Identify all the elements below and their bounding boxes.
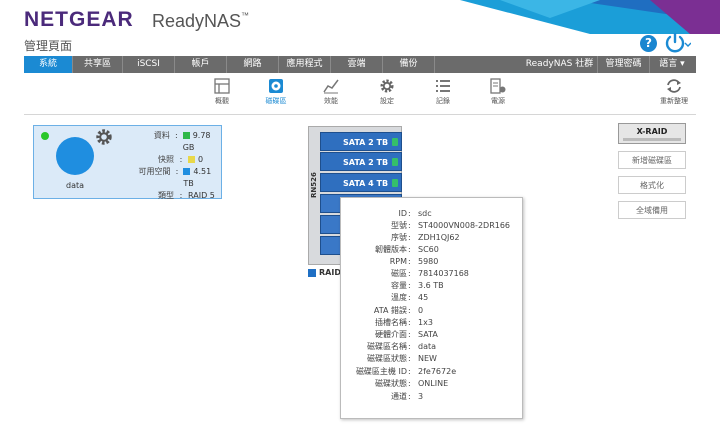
tooltip-row: 磁區:7814037168: [391, 269, 469, 278]
volume-card[interactable]: data 資料:9.78 GB 快照:0 可用空間:4.51 TB 類型: RAI…: [33, 125, 222, 202]
menu-language[interactable]: 語言 ▾: [650, 56, 694, 73]
tool-settings[interactable]: 設定: [367, 78, 407, 106]
drive-led: [392, 138, 398, 146]
stat-snapshot: 快照:0: [158, 155, 204, 164]
power-icon[interactable]: [665, 33, 691, 53]
tooltip-row: 通道:3: [391, 392, 424, 401]
tooltip-row: 型號: ST4000VN008-2DR166: [391, 221, 511, 230]
menu-cloud[interactable]: 雲端: [331, 56, 383, 73]
xraid-bar: [623, 138, 681, 141]
overview-icon: [214, 78, 230, 94]
tooltip-row: 插槽名稱:1x3: [375, 318, 433, 327]
menu-backup[interactable]: 備份: [383, 56, 435, 73]
tooltip-row: 磁碟區名稱: data: [367, 342, 437, 351]
raid-legend: RAID: [308, 268, 341, 277]
power-settings-icon: [490, 78, 506, 94]
xraid-toggle-button[interactable]: X-RAID: [618, 123, 686, 144]
refresh-icon: [667, 79, 681, 93]
page-subtitle: 管理頁面: [24, 39, 73, 53]
chassis-model: RN526: [310, 172, 318, 198]
settings-icon: [380, 79, 394, 93]
volume-disk-icon: [56, 137, 94, 175]
menu-network[interactable]: 網路: [227, 56, 279, 73]
disk-info-tooltip: ID: sdc 型號: ST4000VN008-2DR166 序號: ZDH1QJ62…: [340, 197, 523, 419]
drive-bay-2[interactable]: SATA 2 TB: [320, 152, 402, 171]
stat-data: 資料:9.78 GB: [153, 131, 211, 152]
toolbar-divider: [24, 114, 696, 115]
tooltip-row: ID: sdc: [398, 209, 432, 218]
volumes-icon: [269, 79, 283, 93]
drive-bay-3[interactable]: SATA 4 TB: [320, 173, 402, 192]
menu-system[interactable]: 系統: [24, 56, 73, 73]
menu-spacer: [435, 56, 522, 73]
tooltip-row: 容量:3.6 TB: [391, 281, 444, 290]
tooltip-row: 磁碟狀態: ONLINE: [375, 379, 449, 388]
tool-power[interactable]: 電源: [478, 78, 518, 106]
tooltip-row: 硬體介面: SATA: [375, 330, 438, 339]
format-button[interactable]: 格式化: [618, 176, 686, 194]
menu-iscsi[interactable]: iSCSI: [123, 56, 175, 73]
menu-apps[interactable]: 應用程式: [279, 56, 331, 73]
tooltip-row: 序號: ZDH1QJ62: [391, 233, 460, 242]
volume-stats: 資料:9.78 GB 快照:0 可用空間:4.51 TB 類型: RAID 5: [128, 130, 221, 202]
product-name: ReadyNAS™: [152, 11, 250, 31]
tooltip-row: 磁碟區狀態: NEW: [367, 354, 437, 363]
tool-overview[interactable]: 概觀: [202, 78, 242, 106]
tool-performance[interactable]: 效能: [311, 78, 351, 106]
logs-icon: [436, 80, 450, 92]
performance-icon: [323, 79, 339, 94]
new-volume-button[interactable]: 新增磁碟區: [618, 151, 686, 169]
sub-toolbar: 概觀 磁碟區 效能 設定 記錄 電源 重新整理: [0, 78, 720, 112]
stat-type: 類型: RAID 5: [158, 191, 215, 200]
tool-logs[interactable]: 記錄: [423, 78, 463, 106]
menu-admin-password[interactable]: 管理密碼: [598, 56, 650, 73]
drive-led: [392, 158, 398, 166]
stat-free: 可用空間:4.51 TB: [138, 167, 212, 188]
tooltip-row: RPM:5980: [389, 257, 439, 266]
menu-accounts[interactable]: 帳戶: [175, 56, 227, 73]
tooltip-row: 磁碟區主機 ID:2fe7672e: [355, 367, 457, 376]
netgear-logo: NETGEAR: [24, 8, 134, 31]
drive-led: [392, 179, 398, 187]
tool-volumes[interactable]: 磁碟區: [256, 78, 296, 106]
tooltip-row: ATA 錯誤:0: [373, 306, 424, 315]
status-led: [41, 132, 49, 140]
volume-name: data: [66, 181, 85, 190]
gear-icon[interactable]: [95, 128, 113, 146]
menu-community[interactable]: ReadyNAS 社群: [522, 56, 598, 73]
drive-bay-1[interactable]: SATA 2 TB: [320, 132, 402, 151]
main-menu: 系統 共享區 iSCSI 帳戶 網路 應用程式 雲端 備份 ReadyNAS 社…: [24, 56, 696, 73]
tooltip-row: 韌體版本: SC60: [375, 245, 439, 254]
global-spare-button[interactable]: 全域備用: [618, 201, 686, 219]
menu-shares[interactable]: 共享區: [73, 56, 123, 73]
tool-refresh[interactable]: 重新整理: [654, 78, 694, 106]
question-icon[interactable]: ?: [640, 35, 657, 52]
banner-graphic: [460, 0, 720, 34]
tooltip-row: 溫度:45: [391, 293, 429, 302]
